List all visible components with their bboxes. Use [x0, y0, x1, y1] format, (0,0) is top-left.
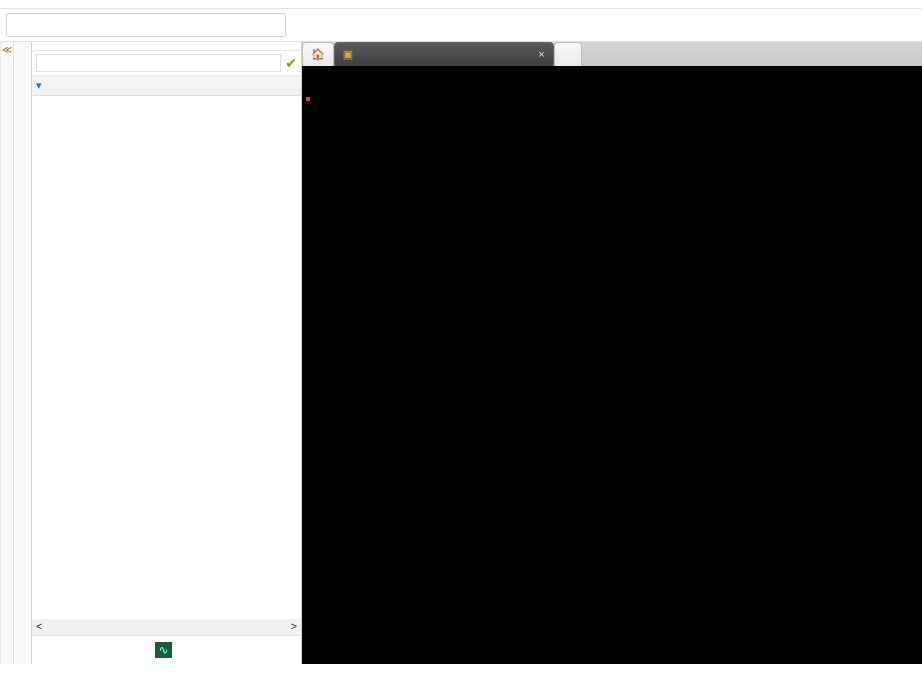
remote-monitoring-button[interactable]: ∿ — [32, 635, 301, 664]
home-icon: 🏠 — [311, 48, 325, 61]
tab-session-active[interactable]: ▣ × — [334, 42, 554, 66]
tab-add[interactable] — [554, 42, 582, 66]
collapse-left-arrow[interactable]: ≪ — [0, 42, 14, 664]
file-list — [32, 96, 301, 619]
path-row: ✔ — [32, 51, 301, 76]
right-panel: 🏠 ▣ × — [302, 42, 922, 664]
path-input[interactable] — [36, 54, 281, 72]
monitor-icon: ∿ — [155, 642, 171, 658]
file-header: ▾ — [32, 76, 301, 96]
tab-home[interactable]: 🏠 — [302, 42, 334, 66]
tabbar: 🏠 ▣ × — [302, 42, 922, 66]
sidetabs — [14, 42, 32, 664]
path-ok-icon: ✔ — [285, 55, 297, 72]
terminal[interactable] — [302, 66, 922, 664]
close-tab-icon[interactable]: × — [538, 49, 544, 61]
quickconnect-row — [0, 9, 922, 42]
left-panel: ✔ ▾ <> ∿ — [32, 42, 302, 664]
file-toolbar — [32, 42, 301, 51]
terminal-tab-icon: ▣ — [343, 48, 353, 61]
menubar — [0, 0, 922, 9]
hscrollbar[interactable]: <> — [32, 619, 301, 635]
quickconnect-input[interactable] — [6, 13, 286, 37]
col-name[interactable]: ▾ — [36, 79, 235, 92]
col-size[interactable] — [235, 79, 297, 92]
highlight-box — [306, 97, 310, 101]
